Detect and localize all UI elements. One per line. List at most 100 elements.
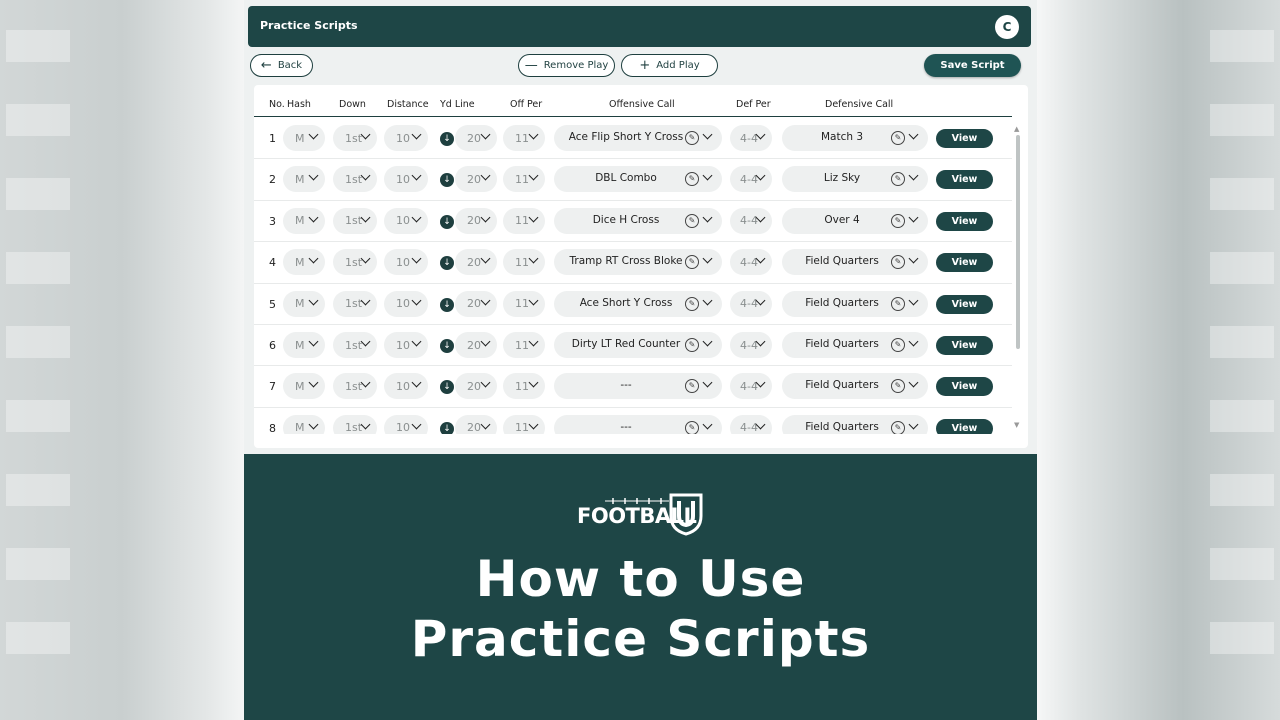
hash-select[interactable]: M — [283, 332, 325, 358]
off-per-select[interactable]: 11 — [503, 166, 545, 193]
def-per-select[interactable]: 4-4 — [730, 414, 772, 434]
add-play-button[interactable]: + Add Play — [621, 54, 718, 77]
arrow-down-icon[interactable]: ↓ — [440, 173, 454, 188]
hash-select[interactable]: M — [283, 290, 325, 317]
edit-icon[interactable]: ✎ — [685, 213, 699, 228]
distance-select[interactable]: 10 — [384, 207, 428, 234]
save-script-button[interactable]: Save Script — [924, 54, 1021, 77]
edit-icon[interactable]: ✎ — [685, 338, 699, 352]
edit-icon[interactable]: ✎ — [685, 255, 699, 270]
off-per-select[interactable]: 11 — [503, 414, 545, 434]
hash-select[interactable]: M — [283, 166, 325, 193]
off-per-select[interactable]: 11 — [503, 207, 545, 234]
defensive-call-select[interactable]: Field Quarters ✎ — [782, 290, 928, 317]
def-per-select[interactable]: 4-4 — [730, 166, 772, 193]
offensive-call-select[interactable]: Tramp RT Cross Bloke ✎ — [554, 249, 722, 276]
off-per-select[interactable]: 11 — [503, 332, 545, 358]
def-per-select[interactable]: 4-4 — [730, 332, 772, 358]
view-button[interactable]: View — [936, 377, 993, 397]
edit-icon[interactable]: ✎ — [685, 296, 699, 311]
arrow-down-icon[interactable]: ↓ — [440, 421, 454, 434]
distance-select[interactable]: 10 — [384, 249, 428, 276]
edit-icon[interactable]: ✎ — [891, 296, 905, 311]
distance-select[interactable]: 10 — [384, 125, 428, 151]
down-select[interactable]: 1st — [333, 414, 377, 434]
remove-play-button[interactable]: — Remove Play — [518, 54, 615, 77]
hash-select[interactable]: M — [283, 249, 325, 276]
def-per-select[interactable]: 4-4 — [730, 290, 772, 317]
defensive-call-select[interactable]: Match 3 ✎ — [782, 125, 928, 151]
off-per-select[interactable]: 11 — [503, 249, 545, 276]
down-select[interactable]: 1st — [333, 166, 377, 193]
distance-select[interactable]: 10 — [384, 290, 428, 317]
down-select[interactable]: 1st — [333, 125, 377, 151]
yd-line-select[interactable]: 20 — [455, 207, 497, 234]
arrow-down-icon[interactable]: ↓ — [440, 339, 454, 353]
arrow-down-icon[interactable]: ↓ — [440, 214, 454, 229]
offensive-call-select[interactable]: DBL Combo ✎ — [554, 166, 722, 193]
hash-select[interactable]: M — [283, 207, 325, 234]
down-select[interactable]: 1st — [333, 207, 377, 234]
defensive-call-select[interactable]: Liz Sky ✎ — [782, 166, 928, 193]
off-per-select[interactable]: 11 — [503, 373, 545, 400]
distance-select[interactable]: 10 — [384, 332, 428, 358]
edit-icon[interactable]: ✎ — [685, 379, 699, 394]
edit-icon[interactable]: ✎ — [685, 131, 699, 145]
edit-icon[interactable]: ✎ — [891, 420, 905, 434]
defensive-call-select[interactable]: Over 4 ✎ — [782, 207, 928, 234]
view-button[interactable]: View — [936, 211, 993, 231]
edit-icon[interactable]: ✎ — [891, 338, 905, 352]
arrow-down-icon[interactable]: ↓ — [440, 380, 454, 395]
offensive-call-select[interactable]: Dirty LT Red Counter ✎ — [554, 332, 722, 358]
distance-select[interactable]: 10 — [384, 414, 428, 434]
edit-icon[interactable]: ✎ — [891, 213, 905, 228]
arrow-down-icon[interactable]: ↓ — [440, 256, 454, 271]
yd-line-select[interactable]: 20 — [455, 249, 497, 276]
offensive-call-select[interactable]: Ace Flip Short Y Cross ✎ — [554, 125, 722, 151]
yd-line-select[interactable]: 20 — [455, 414, 497, 434]
defensive-call-select[interactable]: Field Quarters ✎ — [782, 373, 928, 400]
back-button[interactable]: ← Back — [250, 54, 313, 77]
view-button[interactable]: View — [936, 418, 993, 434]
edit-icon[interactable]: ✎ — [891, 255, 905, 270]
table-scrollbar[interactable]: ▲ ▼ — [1012, 125, 1024, 435]
hash-select[interactable]: M — [283, 125, 325, 151]
view-button[interactable]: View — [936, 294, 993, 314]
view-button[interactable]: View — [936, 253, 993, 273]
scroll-down-icon[interactable]: ▼ — [1014, 421, 1019, 429]
edit-icon[interactable]: ✎ — [891, 172, 905, 187]
offensive-call-select[interactable]: --- ✎ — [554, 414, 722, 434]
scroll-up-icon[interactable]: ▲ — [1014, 125, 1019, 133]
offensive-call-select[interactable]: Dice H Cross ✎ — [554, 207, 722, 234]
def-per-select[interactable]: 4-4 — [730, 373, 772, 400]
edit-icon[interactable]: ✎ — [685, 420, 699, 434]
off-per-select[interactable]: 11 — [503, 290, 545, 317]
offensive-call-select[interactable]: Ace Short Y Cross ✎ — [554, 290, 722, 317]
edit-icon[interactable]: ✎ — [891, 379, 905, 394]
offensive-call-select[interactable]: --- ✎ — [554, 373, 722, 400]
yd-line-select[interactable]: 20 — [455, 373, 497, 400]
hash-select[interactable]: M — [283, 373, 325, 400]
edit-icon[interactable]: ✎ — [685, 172, 699, 187]
def-per-select[interactable]: 4-4 — [730, 249, 772, 276]
view-button[interactable]: View — [936, 336, 993, 355]
view-button[interactable]: View — [936, 170, 993, 190]
yd-line-select[interactable]: 20 — [455, 290, 497, 317]
yd-line-select[interactable]: 20 — [455, 125, 497, 151]
down-select[interactable]: 1st — [333, 373, 377, 400]
distance-select[interactable]: 10 — [384, 166, 428, 193]
defensive-call-select[interactable]: Field Quarters ✎ — [782, 414, 928, 434]
view-button[interactable]: View — [936, 129, 993, 148]
edit-icon[interactable]: ✎ — [891, 131, 905, 145]
arrow-down-icon[interactable]: ↓ — [440, 297, 454, 312]
down-select[interactable]: 1st — [333, 249, 377, 276]
yd-line-select[interactable]: 20 — [455, 166, 497, 193]
arrow-down-icon[interactable]: ↓ — [440, 132, 454, 146]
distance-select[interactable]: 10 — [384, 373, 428, 400]
hash-select[interactable]: M — [283, 414, 325, 434]
defensive-call-select[interactable]: Field Quarters ✎ — [782, 332, 928, 358]
down-select[interactable]: 1st — [333, 332, 377, 358]
defensive-call-select[interactable]: Field Quarters ✎ — [782, 249, 928, 276]
def-per-select[interactable]: 4-4 — [730, 207, 772, 234]
user-avatar[interactable]: C — [995, 15, 1019, 39]
